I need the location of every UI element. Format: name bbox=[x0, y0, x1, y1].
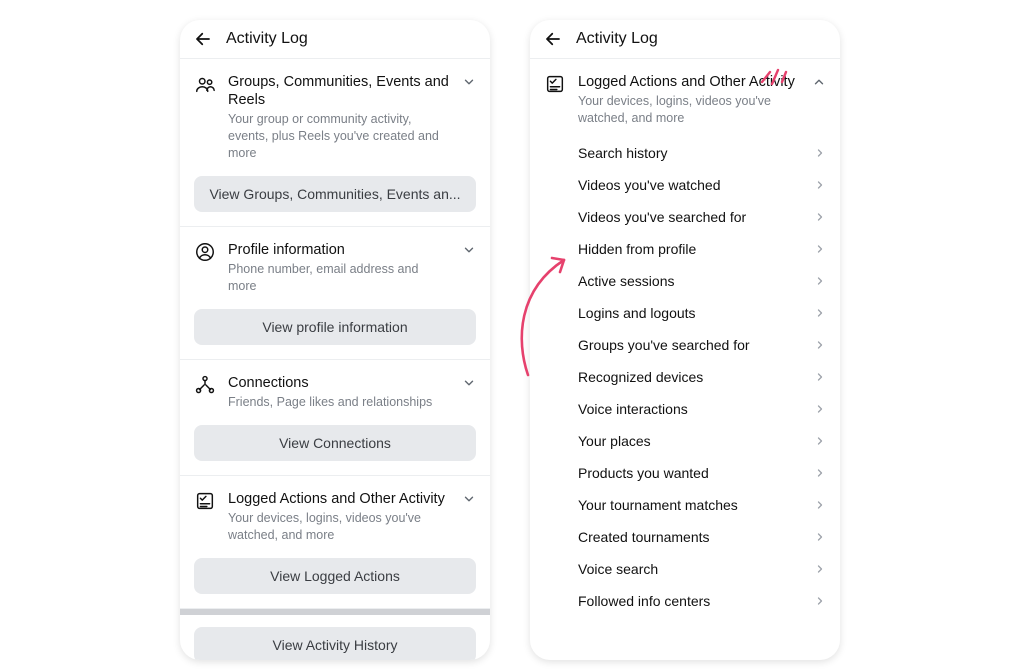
list-item-label: Videos you've searched for bbox=[578, 209, 746, 225]
list-item[interactable]: Groups you've searched for bbox=[578, 329, 826, 361]
chevron-right-icon bbox=[814, 275, 826, 287]
chevron-down-icon bbox=[462, 490, 476, 506]
list-item[interactable]: Hidden from profile bbox=[578, 233, 826, 265]
list-item[interactable]: Your places bbox=[578, 425, 826, 457]
chevron-right-icon bbox=[814, 371, 826, 383]
chevron-right-icon bbox=[814, 435, 826, 447]
list-item[interactable]: Products you wanted bbox=[578, 457, 826, 489]
page-title: Activity Log bbox=[576, 30, 658, 48]
list-item-label: Hidden from profile bbox=[578, 241, 696, 257]
chevron-right-icon bbox=[814, 147, 826, 159]
list-item[interactable]: Voice search bbox=[578, 553, 826, 585]
section-header[interactable]: Connections Friends, Page likes and rela… bbox=[194, 370, 476, 421]
page-title: Activity Log bbox=[226, 30, 308, 48]
chevron-right-icon bbox=[814, 563, 826, 575]
list-item-label: Voice interactions bbox=[578, 401, 688, 417]
section-title: Profile information bbox=[228, 241, 450, 259]
list-item-label: Logins and logouts bbox=[578, 305, 696, 321]
view-logged-actions-button[interactable]: View Logged Actions bbox=[194, 558, 476, 594]
chevron-right-icon bbox=[814, 467, 826, 479]
view-groups-button[interactable]: View Groups, Communities, Events an... bbox=[194, 176, 476, 212]
section-header[interactable]: Profile information Phone number, email … bbox=[194, 237, 476, 305]
titlebar: Activity Log bbox=[180, 20, 490, 59]
logged-actions-list: Search history Videos you've watched Vid… bbox=[544, 137, 826, 617]
chevron-right-icon bbox=[814, 339, 826, 351]
section-connections: Connections Friends, Page likes and rela… bbox=[180, 360, 490, 476]
view-connections-button[interactable]: View Connections bbox=[194, 425, 476, 461]
section-title: Logged Actions and Other Activity bbox=[228, 490, 450, 508]
chevron-right-icon bbox=[814, 307, 826, 319]
chevron-down-icon bbox=[462, 73, 476, 89]
list-item-label: Groups you've searched for bbox=[578, 337, 750, 353]
chevron-right-icon bbox=[814, 211, 826, 223]
section-header[interactable]: Logged Actions and Other Activity Your d… bbox=[194, 486, 476, 554]
list-item-label: Your tournament matches bbox=[578, 497, 738, 513]
groups-icon bbox=[194, 73, 216, 95]
phone-logged-actions-expanded: Activity Log Logged Actions and Other Ac… bbox=[530, 20, 840, 660]
profile-icon bbox=[194, 241, 216, 263]
section-subtitle: Your devices, logins, videos you've watc… bbox=[228, 510, 450, 544]
list-item[interactable]: Followed info centers bbox=[578, 585, 826, 617]
list-item[interactable]: Created tournaments bbox=[578, 521, 826, 553]
list-item-label: Products you wanted bbox=[578, 465, 709, 481]
section-logged-actions: Logged Actions and Other Activity Your d… bbox=[180, 476, 490, 609]
list-item[interactable]: Recognized devices bbox=[578, 361, 826, 393]
list-item-label: Your places bbox=[578, 433, 651, 449]
section-subtitle: Your devices, logins, videos you've watc… bbox=[578, 93, 800, 127]
list-item-label: Voice search bbox=[578, 561, 658, 577]
view-profile-info-button[interactable]: View profile information bbox=[194, 309, 476, 345]
section-subtitle: Phone number, email address and more bbox=[228, 261, 450, 295]
chevron-down-icon bbox=[462, 374, 476, 390]
list-item[interactable]: Videos you've searched for bbox=[578, 201, 826, 233]
chevron-right-icon bbox=[814, 595, 826, 607]
section-header[interactable]: Groups, Communities, Events and Reels Yo… bbox=[194, 69, 476, 172]
list-item[interactable]: Logins and logouts bbox=[578, 297, 826, 329]
section-profile-info: Profile information Phone number, email … bbox=[180, 227, 490, 360]
view-activity-history-button[interactable]: View Activity History bbox=[194, 627, 476, 660]
list-item-label: Recognized devices bbox=[578, 369, 703, 385]
section-title: Connections bbox=[228, 374, 450, 392]
connections-icon bbox=[194, 374, 216, 396]
back-icon[interactable] bbox=[194, 30, 212, 48]
list-item-label: Search history bbox=[578, 145, 667, 161]
logged-actions-icon bbox=[544, 73, 566, 95]
phone-activity-log-sections: Activity Log Groups, Communities, Events… bbox=[180, 20, 490, 660]
section-title: Groups, Communities, Events and Reels bbox=[228, 73, 450, 109]
titlebar: Activity Log bbox=[530, 20, 840, 59]
chevron-right-icon bbox=[814, 531, 826, 543]
list-item[interactable]: Search history bbox=[578, 137, 826, 169]
list-item[interactable]: Your tournament matches bbox=[578, 489, 826, 521]
section-logged-actions-expanded[interactable]: Logged Actions and Other Activity Your d… bbox=[544, 63, 826, 137]
list-item[interactable]: Voice interactions bbox=[578, 393, 826, 425]
list-item-label: Created tournaments bbox=[578, 529, 710, 545]
logged-actions-icon bbox=[194, 490, 216, 512]
chevron-right-icon bbox=[814, 499, 826, 511]
section-groups: Groups, Communities, Events and Reels Yo… bbox=[180, 59, 490, 227]
back-icon[interactable] bbox=[544, 30, 562, 48]
list-item-label: Videos you've watched bbox=[578, 177, 721, 193]
chevron-down-icon bbox=[462, 241, 476, 257]
section-subtitle: Your group or community activity, events… bbox=[228, 111, 450, 162]
chevron-right-icon bbox=[814, 243, 826, 255]
list-item[interactable]: Videos you've watched bbox=[578, 169, 826, 201]
list-item-label: Followed info centers bbox=[578, 593, 710, 609]
chevron-right-icon bbox=[814, 403, 826, 415]
list-item-label: Active sessions bbox=[578, 273, 674, 289]
chevron-right-icon bbox=[814, 179, 826, 191]
chevron-up-icon bbox=[812, 73, 826, 89]
section-subtitle: Friends, Page likes and relationships bbox=[228, 394, 450, 411]
section-title: Logged Actions and Other Activity bbox=[578, 73, 800, 91]
list-item[interactable]: Active sessions bbox=[578, 265, 826, 297]
sections-scroll: Groups, Communities, Events and Reels Yo… bbox=[180, 59, 490, 660]
right-scroll: Logged Actions and Other Activity Your d… bbox=[530, 59, 840, 617]
